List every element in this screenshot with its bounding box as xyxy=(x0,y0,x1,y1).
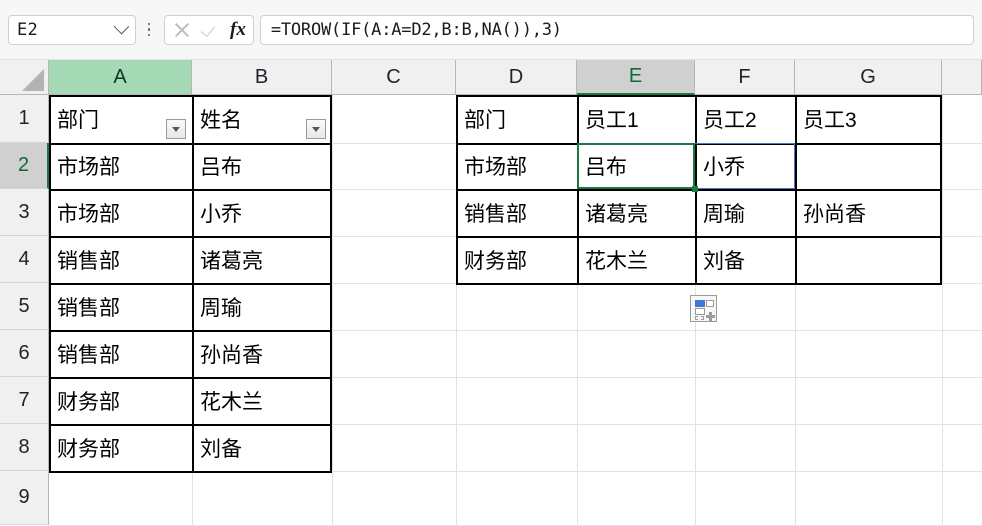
autofilter-button-b[interactable] xyxy=(306,119,326,139)
spreadsheet-grid: ABCDEFG 123456789 部门 姓名 市场部 吕布 市场部 小乔 销售部 诸葛亮 销售… xyxy=(0,60,982,526)
table-cell[interactable]: 刘备 xyxy=(193,424,332,471)
row-header-7[interactable]: 7 xyxy=(0,377,49,424)
table-cell[interactable]: 市场部 xyxy=(50,189,192,236)
table-border-left-rule xyxy=(49,424,332,426)
table-cell[interactable]: 财务部 xyxy=(457,236,577,283)
column-header-f[interactable]: F xyxy=(695,60,795,95)
paste-options-block-d xyxy=(695,316,704,320)
table-border-left-rule xyxy=(49,236,332,238)
table-border-right-colsep xyxy=(795,95,797,283)
table-border-right-rule xyxy=(456,236,942,238)
table-border-left-rule xyxy=(49,143,332,145)
row-header-5[interactable]: 5 xyxy=(0,283,49,330)
table-border-left-rule xyxy=(49,283,332,285)
paste-options-block-a xyxy=(695,300,705,307)
cancel-formula-icon[interactable] xyxy=(172,20,192,40)
table-cell[interactable]: 吕布 xyxy=(193,143,332,189)
table-border-left-bottom xyxy=(49,471,332,473)
filter-arrow-icon xyxy=(172,126,180,132)
table-cell[interactable]: 销售部 xyxy=(50,236,192,283)
paste-options-plus-v xyxy=(709,312,712,321)
table-cell[interactable]: 花木兰 xyxy=(578,236,695,283)
select-all-corner[interactable] xyxy=(0,60,49,95)
row-header-4[interactable]: 4 xyxy=(0,236,49,283)
table-border-right-bottom xyxy=(456,283,942,285)
column-header-a[interactable]: A xyxy=(49,60,192,95)
column-header-g[interactable]: G xyxy=(795,60,942,95)
table-border-right-colsep xyxy=(577,95,579,283)
formula-actions-group: fx xyxy=(164,14,254,45)
confirm-formula-icon[interactable] xyxy=(201,20,221,40)
autofilter-button-a[interactable] xyxy=(166,119,186,139)
row-header-3[interactable]: 3 xyxy=(0,189,49,236)
paste-options-block-b xyxy=(706,300,714,307)
column-header-filler xyxy=(942,60,982,95)
table-cell[interactable]: 刘备 xyxy=(696,236,795,283)
table-border-left-rule xyxy=(49,189,332,191)
table-border-right-top xyxy=(456,95,942,97)
column-header-c[interactable]: C xyxy=(332,60,456,95)
table-cell[interactable]: 市场部 xyxy=(457,143,577,189)
table-border-left-rule xyxy=(49,330,332,332)
table-border-left-rule xyxy=(49,377,332,379)
name-box-value: E2 xyxy=(17,19,39,40)
gridline-vertical xyxy=(332,95,333,525)
table-cell[interactable]: 小乔 xyxy=(193,189,332,236)
table-cell[interactable]: 花木兰 xyxy=(193,377,332,424)
row-header-6[interactable]: 6 xyxy=(0,330,49,377)
row-header-1[interactable]: 1 xyxy=(0,95,49,143)
chevron-down-icon[interactable] xyxy=(113,18,130,35)
gridline-vertical xyxy=(942,95,943,525)
table-border-left-top xyxy=(49,95,332,97)
table-cell[interactable]: 市场部 xyxy=(50,143,192,189)
active-cell-indicator[interactable] xyxy=(577,143,695,189)
table-cell[interactable]: 诸葛亮 xyxy=(578,189,695,236)
table-cell[interactable]: 销售部 xyxy=(457,189,577,236)
fill-handle[interactable] xyxy=(692,186,698,192)
header-cell-e1[interactable]: 员工1 xyxy=(578,95,695,143)
row-header-9[interactable]: 9 xyxy=(0,471,49,525)
column-header-b[interactable]: B xyxy=(192,60,332,95)
table-cell[interactable]: 销售部 xyxy=(50,283,192,330)
paste-options-icon[interactable] xyxy=(690,295,717,322)
table-cell[interactable]: 孙尚香 xyxy=(193,330,332,377)
table-cell[interactable]: 销售部 xyxy=(50,330,192,377)
table-cell[interactable]: 孙尚香 xyxy=(796,189,942,236)
table-cell[interactable]: 周瑜 xyxy=(193,283,332,330)
header-cell-g1[interactable]: 员工3 xyxy=(796,95,942,143)
table-cell[interactable]: 诸葛亮 xyxy=(193,236,332,283)
insert-function-icon[interactable]: fx xyxy=(230,19,246,40)
column-header-e[interactable]: E xyxy=(577,60,695,95)
table-cell[interactable]: 周瑜 xyxy=(696,189,795,236)
column-header-d[interactable]: D xyxy=(456,60,577,95)
table-border-right-rule xyxy=(456,189,942,191)
filter-arrow-icon xyxy=(312,126,320,132)
table-cell[interactable]: 财务部 xyxy=(50,424,192,471)
table-cell[interactable]: 财务部 xyxy=(50,377,192,424)
row-header-2[interactable]: 2 xyxy=(0,143,49,189)
header-cell-d1[interactable]: 部门 xyxy=(457,95,577,143)
header-cell-f1[interactable]: 员工2 xyxy=(696,95,795,143)
formula-input[interactable]: =TOROW(IF(A:A=D2,B:B,NA()),3) xyxy=(259,14,974,45)
paste-options-block-c xyxy=(695,308,705,315)
kebab-menu-icon[interactable] xyxy=(140,15,158,45)
formula-bar: E2 fx =TOROW(IF(A:A=D2,B:B,NA()),3) xyxy=(0,0,982,60)
name-box[interactable]: E2 xyxy=(8,14,136,45)
select-all-triangle-icon xyxy=(22,69,44,91)
row-header-8[interactable]: 8 xyxy=(0,424,49,471)
